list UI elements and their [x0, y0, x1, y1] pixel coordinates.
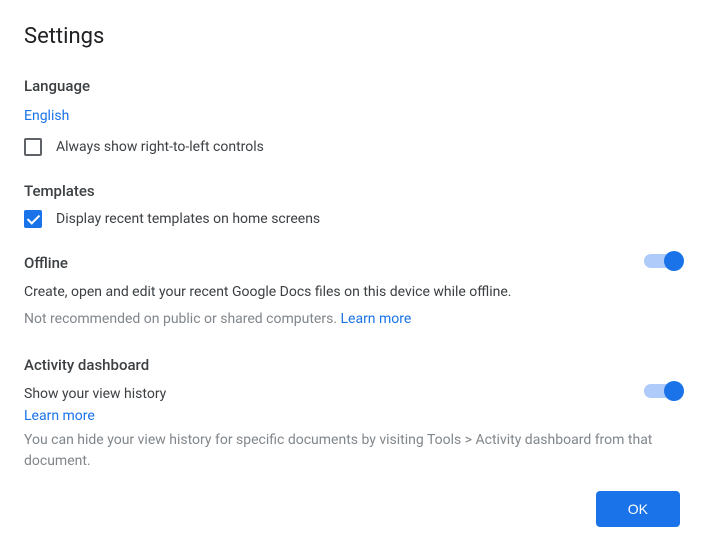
- activity-learn-more-link[interactable]: Learn more: [24, 408, 95, 424]
- offline-toggle[interactable]: [644, 254, 680, 268]
- templates-checkbox-label: Display recent templates on home screens: [56, 211, 320, 227]
- templates-header: Templates: [24, 182, 680, 200]
- offline-section: Offline Create, open and edit your recen…: [24, 254, 680, 330]
- language-header: Language: [24, 77, 680, 95]
- activity-section: Activity dashboard Show your view histor…: [24, 356, 680, 472]
- offline-desc: Create, open and edit your recent Google…: [24, 282, 620, 303]
- templates-section: Templates Display recent templates on ho…: [24, 182, 680, 228]
- language-link[interactable]: English: [24, 108, 69, 124]
- footer: OK: [596, 491, 680, 527]
- activity-header: Activity dashboard: [24, 356, 680, 374]
- offline-warning: Not recommended on public or shared comp…: [24, 309, 620, 330]
- ok-button[interactable]: OK: [596, 491, 680, 527]
- rtl-checkbox-label: Always show right-to-left controls: [56, 139, 264, 155]
- activity-hint: You can hide your view history for speci…: [24, 430, 680, 472]
- rtl-checkbox[interactable]: [24, 138, 42, 156]
- offline-warning-text: Not recommended on public or shared comp…: [24, 311, 340, 327]
- templates-checkbox[interactable]: [24, 210, 42, 228]
- offline-header: Offline: [24, 254, 620, 272]
- offline-learn-more-link[interactable]: Learn more: [340, 311, 411, 327]
- activity-show-label: Show your view history: [24, 384, 620, 405]
- language-section: Language English Always show right-to-le…: [24, 77, 680, 156]
- activity-toggle[interactable]: [644, 384, 680, 398]
- page-title: Settings: [24, 24, 680, 49]
